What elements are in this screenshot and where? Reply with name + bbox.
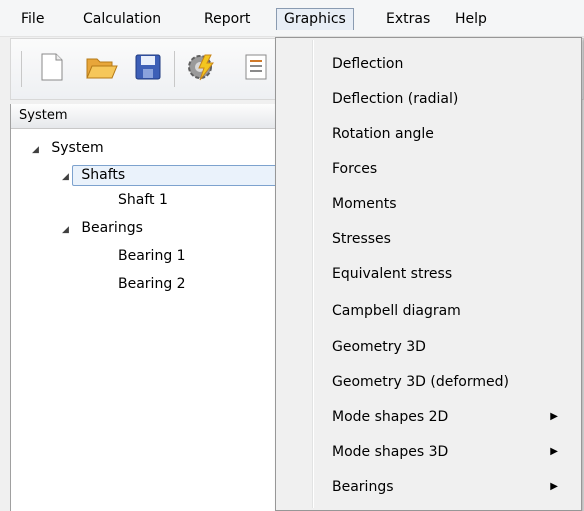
menu-item-stresses[interactable]: Stresses xyxy=(278,222,578,256)
save-button[interactable] xyxy=(129,51,167,87)
tree-item-bearings[interactable]: ◢ Bearings xyxy=(62,218,143,238)
open-button[interactable] xyxy=(83,51,121,87)
tree-label: Shaft 1 xyxy=(118,192,168,208)
menu-item-bearings[interactable]: Bearings ▶ xyxy=(278,470,578,504)
menu-extras[interactable]: Extras xyxy=(379,8,437,30)
graphics-dropdown-menu: Deflection Deflection (radial) Rotation … xyxy=(275,37,582,511)
tree-label: System xyxy=(51,140,104,156)
menu-item-label: Forces xyxy=(332,161,378,177)
tree-item-shaft-1[interactable]: Shaft 1 xyxy=(118,190,168,210)
menu-item-campbell-diagram[interactable]: Campbell diagram xyxy=(278,294,578,328)
menu-item-deflection-radial[interactable]: Deflection (radial) xyxy=(278,82,578,116)
menu-item-equivalent-stress[interactable]: Equivalent stress xyxy=(278,257,578,291)
tree-item-system[interactable]: ◢ System xyxy=(32,138,104,158)
menu-item-deflection[interactable]: Deflection xyxy=(278,47,578,81)
open-folder-icon xyxy=(86,54,118,84)
toolbar-grip xyxy=(21,51,22,87)
menu-item-label: Deflection xyxy=(332,56,404,72)
collapse-arrow-icon[interactable]: ◢ xyxy=(32,145,39,155)
menu-item-geometry-3d-deformed[interactable]: Geometry 3D (deformed) xyxy=(278,365,578,399)
submenu-arrow-icon: ▶ xyxy=(550,411,558,422)
menu-calculation[interactable]: Calculation xyxy=(76,8,168,30)
tree-label: Bearing 2 xyxy=(118,276,186,292)
menu-item-label: Deflection (radial) xyxy=(332,91,459,107)
menu-file[interactable]: File xyxy=(14,8,51,30)
menu-item-moments[interactable]: Moments xyxy=(278,187,578,221)
menu-item-label: Equivalent stress xyxy=(332,266,453,282)
new-file-icon xyxy=(41,53,63,85)
menu-item-geometry-3d[interactable]: Geometry 3D xyxy=(278,330,578,364)
menu-item-label: Rotation angle xyxy=(332,126,434,142)
tree-label: Bearing 1 xyxy=(118,248,186,264)
menu-report[interactable]: Report xyxy=(197,8,257,30)
toolbar-separator xyxy=(174,51,175,87)
save-icon xyxy=(135,54,161,84)
menu-help[interactable]: Help xyxy=(448,8,494,30)
tree-item-bearing-1[interactable]: Bearing 1 xyxy=(118,246,186,266)
menu-item-forces[interactable]: Forces xyxy=(278,152,578,186)
submenu-arrow-icon: ▶ xyxy=(550,446,558,457)
menu-item-label: Geometry 3D (deformed) xyxy=(332,374,509,390)
menu-item-label: Mode shapes 2D xyxy=(332,409,449,425)
report-icon xyxy=(243,53,269,85)
tree-label: Shafts xyxy=(81,167,126,183)
menu-item-label: Campbell diagram xyxy=(332,303,461,319)
menu-item-label: Moments xyxy=(332,196,397,212)
submenu-arrow-icon: ▶ xyxy=(550,481,558,492)
report-button[interactable] xyxy=(237,51,275,87)
menu-graphics[interactable]: Graphics xyxy=(276,8,354,30)
menu-item-rotation-angle[interactable]: Rotation angle xyxy=(278,117,578,151)
tree-item-shafts[interactable]: ◢ Shafts xyxy=(62,165,125,185)
panel-header: System xyxy=(11,104,310,129)
new-file-button[interactable] xyxy=(33,51,71,87)
collapse-arrow-icon[interactable]: ◢ xyxy=(62,172,69,182)
tree-label: Bearings xyxy=(81,220,143,236)
menu-item-label: Stresses xyxy=(332,231,391,247)
collapse-arrow-icon[interactable]: ◢ xyxy=(62,225,69,235)
tree-item-bearing-2[interactable]: Bearing 2 xyxy=(118,274,186,294)
menu-item-mode-shapes-2d[interactable]: Mode shapes 2D ▶ xyxy=(278,400,578,434)
menu-item-label: Geometry 3D xyxy=(332,339,426,355)
menu-bar: File Calculation Report Graphics Extras … xyxy=(0,0,584,37)
menu-item-label: Mode shapes 3D xyxy=(332,444,449,460)
menu-item-mode-shapes-3d[interactable]: Mode shapes 3D ▶ xyxy=(278,435,578,469)
calculate-icon xyxy=(187,52,217,86)
calculate-button[interactable] xyxy=(183,51,221,87)
menu-item-label: Bearings xyxy=(332,479,394,495)
